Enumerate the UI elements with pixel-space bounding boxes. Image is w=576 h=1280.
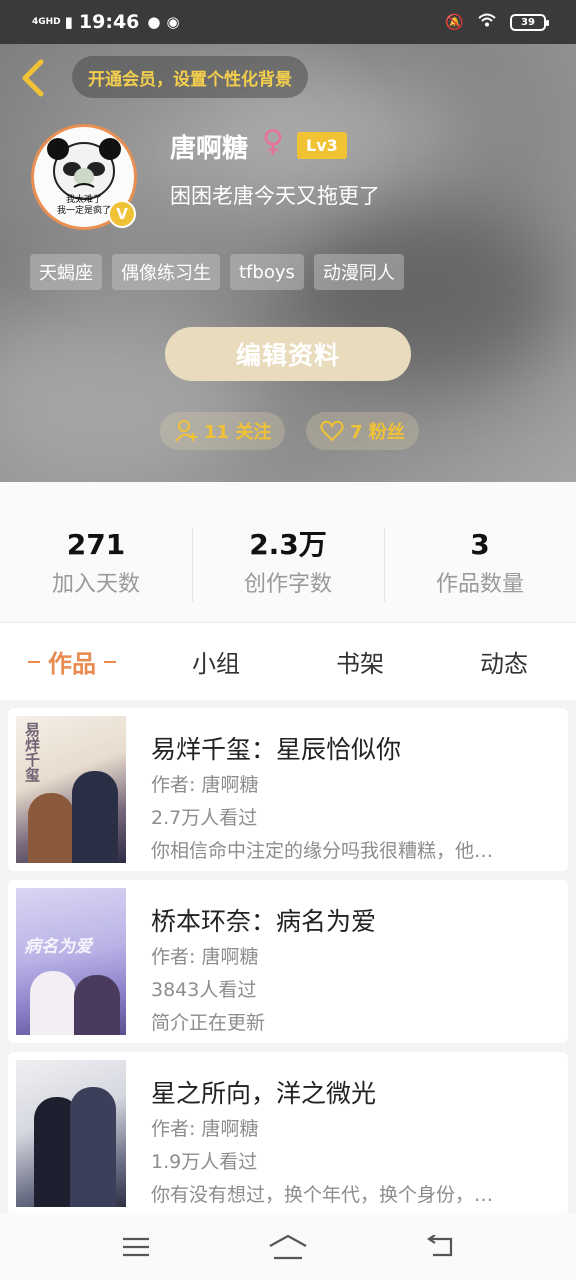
work-title: 桥本环奈：病名为爱	[151, 907, 377, 936]
stat-join-days: 271 加入天数	[0, 528, 192, 622]
work-description: 你有没有想过，换个年代，换个身份，…	[151, 1184, 494, 1206]
system-nav-bar	[0, 1213, 576, 1280]
book-cover: 病名为爱	[16, 888, 126, 1035]
battery-indicator: 39	[510, 13, 549, 31]
stat-works-count: 3 作品数量	[384, 528, 576, 622]
stat-label: 创作字数	[243, 572, 332, 597]
work-title: 星之所向，洋之微光	[151, 1079, 377, 1108]
back-nav-button[interactable]	[410, 1222, 470, 1272]
user-add-icon	[175, 420, 197, 442]
network-indicator: 4GHD	[32, 16, 61, 27]
tab-works[interactable]: 作品	[0, 623, 144, 700]
home-icon	[269, 1234, 307, 1259]
status-bar: 4GHD ▮ 19:46 ● ◉ 🔕 39	[0, 0, 576, 44]
wifi-icon	[478, 13, 496, 31]
home-button[interactable]	[258, 1222, 318, 1272]
work-author: 作者: 唐啊糖	[151, 1118, 259, 1140]
tab-activity[interactable]: 动态	[432, 623, 576, 700]
menu-button[interactable]	[106, 1222, 166, 1272]
username: 唐啊糖	[170, 134, 249, 164]
level-badge: Lv3	[297, 132, 347, 159]
stat-label: 作品数量	[435, 572, 524, 597]
work-description: 简介正在更新	[151, 1012, 266, 1034]
book-cover	[16, 1060, 126, 1207]
back-button[interactable]	[14, 56, 50, 100]
member-banner-button[interactable]: 开通会员，设置个性化背景	[72, 56, 308, 98]
tag-list: 天蝎座 偶像练习生 tfboys 动漫同人	[30, 254, 404, 290]
list-item[interactable]: 星之所向，洋之微光 作者: 唐啊糖 1.9万人看过 你有没有想过，换个年代，换个…	[8, 1052, 568, 1213]
stat-value: 271	[66, 528, 126, 561]
following-label: 11 关注	[204, 422, 272, 443]
list-item[interactable]: 病名为爱 桥本环奈：病名为爱 作者: 唐啊糖 3843人看过 简介正在更新	[8, 880, 568, 1043]
work-description: 你相信命中注定的缘分吗我很糟糕，他…	[151, 840, 494, 862]
work-views: 2.7万人看过	[151, 807, 258, 829]
verified-badge-icon: V	[108, 200, 136, 228]
edit-profile-button[interactable]: 编辑资料	[165, 327, 411, 381]
signature: 困困老唐今天又拖更了	[170, 184, 380, 208]
stat-word-count: 2.3万 创作字数	[192, 528, 384, 622]
status-time: 19:46	[78, 11, 140, 33]
tab-groups[interactable]: 小组	[144, 623, 288, 700]
wechat-icon: ◉	[166, 13, 180, 31]
tag[interactable]: 天蝎座	[30, 254, 102, 290]
work-views: 1.9万人看过	[151, 1151, 258, 1173]
chevron-left-icon	[22, 59, 44, 97]
stat-label: 加入天数	[51, 572, 140, 597]
mute-bell-icon: 🔕	[445, 13, 464, 31]
tab-bookshelf[interactable]: 书架	[288, 623, 432, 700]
work-views: 3843人看过	[151, 979, 257, 1001]
works-list: 易烊千玺 易烊千玺：星辰恰似你 作者: 唐啊糖 2.7万人看过 你相信命中注定的…	[0, 700, 576, 1213]
list-item[interactable]: 易烊千玺 易烊千玺：星辰恰似你 作者: 唐啊糖 2.7万人看过 你相信命中注定的…	[8, 708, 568, 871]
female-icon: ♀	[262, 124, 284, 159]
work-author: 作者: 唐啊糖	[151, 774, 259, 796]
work-title: 易烊千玺：星辰恰似你	[151, 735, 402, 764]
work-author: 作者: 唐啊糖	[151, 946, 259, 968]
qq-icon: ●	[147, 13, 161, 31]
stat-value: 2.3万	[249, 528, 327, 561]
book-cover: 易烊千玺	[16, 716, 126, 863]
stats-bar: 271 加入天数 2.3万 创作字数 3 作品数量	[0, 482, 576, 622]
heart-icon	[320, 420, 344, 442]
following-button[interactable]: 11 关注	[160, 412, 286, 450]
tag[interactable]: 动漫同人	[313, 254, 404, 290]
profile-tabs: 作品 小组 书架 动态	[0, 622, 576, 700]
menu-icon	[123, 1237, 149, 1256]
profile-header: 开通会员，设置个性化背景 我太难了 我一定是疯了 V 唐啊糖 ♀ Lv3 困困老…	[0, 44, 576, 482]
tag[interactable]: 偶像练习生	[112, 254, 220, 290]
stat-value: 3	[470, 528, 490, 561]
tag[interactable]: tfboys	[230, 254, 304, 290]
return-icon	[427, 1234, 453, 1256]
signal-icon: ▮	[64, 13, 73, 31]
fans-label: 7 粉丝	[350, 422, 405, 443]
fans-button[interactable]: 7 粉丝	[306, 412, 419, 450]
